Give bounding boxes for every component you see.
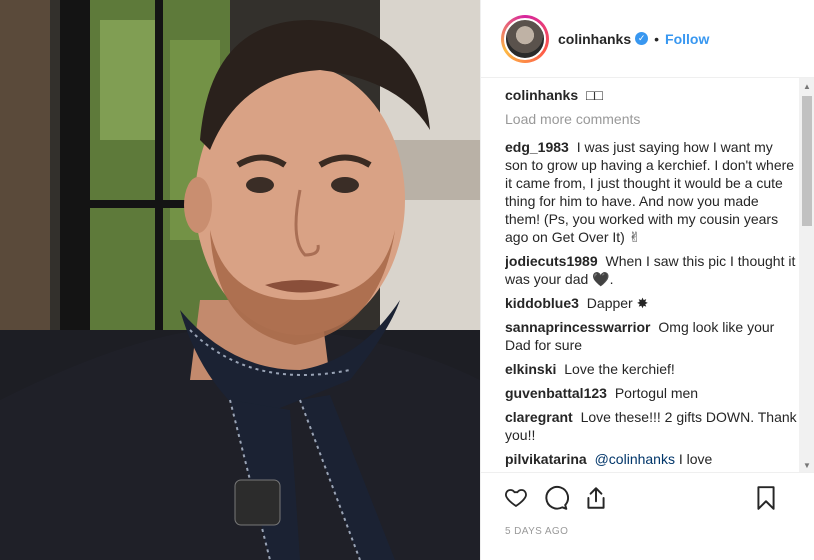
caption: colinhanks □□ bbox=[505, 86, 797, 104]
comment-text: Dapper ✸ bbox=[586, 295, 649, 311]
comment-text: Love the kerchief! bbox=[564, 361, 675, 377]
comment-username[interactable]: edg_1983 bbox=[505, 139, 569, 155]
scroll-up-arrow-icon[interactable]: ▲ bbox=[803, 82, 811, 91]
author-username[interactable]: colinhanks bbox=[558, 31, 631, 47]
post-header: colinhanks ✓ • Follow bbox=[481, 0, 814, 78]
verified-badge-icon: ✓ bbox=[635, 32, 649, 45]
post-detail-panel: colinhanks ✓ • Follow colinhanks □□ Load… bbox=[480, 0, 814, 560]
comment-item: kiddoblue3 Dapper ✸ bbox=[505, 294, 797, 312]
comment-username[interactable]: elkinski bbox=[505, 361, 556, 377]
heart-icon[interactable] bbox=[503, 485, 529, 511]
comment-item: claregrant Love these!!! 2 gifts DOWN. T… bbox=[505, 408, 797, 444]
comment-username[interactable]: sannaprincesswarrior bbox=[505, 319, 651, 335]
follow-button[interactable]: Follow bbox=[665, 31, 709, 47]
load-more-comments-button[interactable]: Load more comments bbox=[505, 110, 797, 128]
avatar[interactable] bbox=[504, 17, 546, 60]
comment-icon[interactable] bbox=[543, 485, 569, 511]
comment-item: guvenbattal123 Portogul men bbox=[505, 384, 797, 402]
bookmark-icon[interactable] bbox=[753, 485, 779, 511]
comment-item: sannaprincesswarrior Omg look like your … bbox=[505, 318, 797, 354]
comment-item: pilvikatarina @colinhanks I love bbox=[505, 450, 797, 468]
post-photo bbox=[0, 0, 480, 560]
comment-text: I love bbox=[678, 451, 713, 467]
comments-list[interactable]: colinhanks □□ Load more comments edg_198… bbox=[505, 86, 797, 472]
comment-username[interactable]: claregrant bbox=[505, 409, 573, 425]
share-icon[interactable] bbox=[583, 485, 609, 511]
comment-username[interactable]: kiddoblue3 bbox=[505, 295, 579, 311]
comment-username[interactable]: pilvikatarina bbox=[505, 451, 587, 467]
post-timestamp[interactable]: 5 DAYS AGO bbox=[505, 526, 568, 537]
comment-item: elkinski Love the kerchief! bbox=[505, 360, 797, 378]
comment-item: edg_1983 I was just saying how I want my… bbox=[505, 138, 797, 246]
selfie-photo bbox=[0, 0, 480, 560]
comments-scrollbar[interactable]: ▲ ▼ bbox=[799, 78, 814, 472]
scroll-down-arrow-icon[interactable]: ▼ bbox=[803, 461, 811, 470]
comment-username[interactable]: jodiecuts1989 bbox=[505, 253, 598, 269]
separator-dot: • bbox=[654, 30, 660, 47]
post-actions-bar bbox=[481, 472, 814, 522]
scrollbar-thumb[interactable] bbox=[802, 96, 812, 226]
caption-text: □□ bbox=[586, 87, 603, 103]
comment-text: Portogul men bbox=[614, 385, 699, 401]
comment-mention[interactable]: @colinhanks bbox=[595, 451, 675, 467]
caption-username[interactable]: colinhanks bbox=[505, 87, 578, 103]
comment-item: jodiecuts1989 When I saw this pic I thou… bbox=[505, 252, 797, 288]
comment-username[interactable]: guvenbattal123 bbox=[505, 385, 607, 401]
avatar-story-ring[interactable] bbox=[501, 14, 549, 63]
